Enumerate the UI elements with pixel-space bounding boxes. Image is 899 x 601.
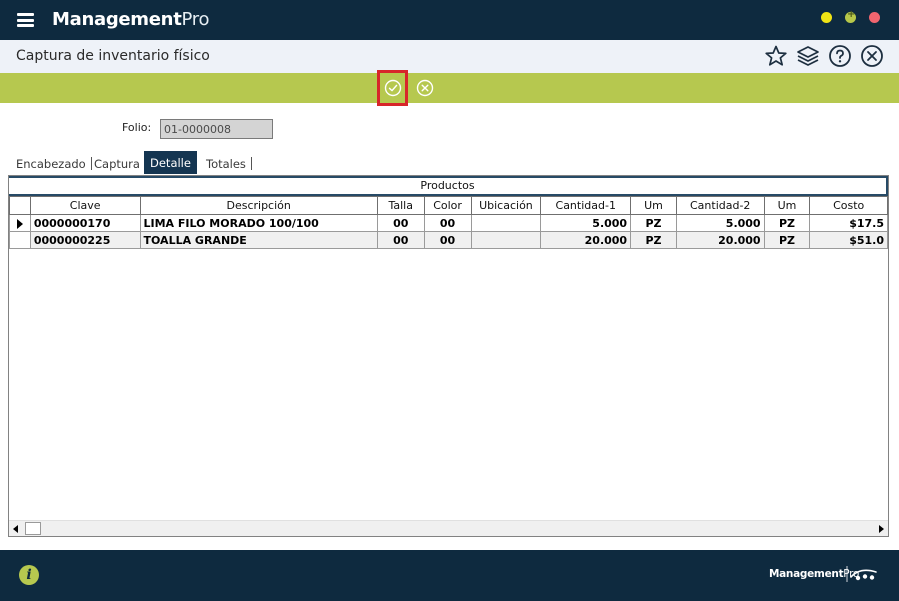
cell-um-1[interactable]: PZ bbox=[630, 231, 677, 249]
grid-group-header: Productos bbox=[9, 176, 888, 196]
cell-talla[interactable]: 00 bbox=[376, 231, 425, 249]
tab-captura[interactable]: Captura bbox=[88, 152, 146, 174]
column-header-cantidad-2[interactable]: Cantidad-2 bbox=[675, 196, 765, 215]
page-title: Captura de inventario físico bbox=[16, 48, 210, 64]
star-icon[interactable] bbox=[764, 44, 788, 68]
title-bar: ManagementPro bbox=[0, 0, 899, 40]
table-row[interactable]: 0000000170 LIMA FILO MORADO 100/100 00 0… bbox=[9, 214, 888, 232]
column-header-ubicacion[interactable]: Ubicación bbox=[470, 196, 542, 215]
cell-um-2[interactable]: PZ bbox=[763, 214, 811, 232]
row-selector-header bbox=[9, 196, 31, 215]
check-circle-icon[interactable] bbox=[384, 79, 402, 97]
cell-talla[interactable]: 00 bbox=[376, 214, 425, 232]
cell-um-2[interactable]: PZ bbox=[763, 231, 811, 249]
maximize-button[interactable] bbox=[845, 9, 856, 23]
brand-bold: Management bbox=[52, 9, 182, 30]
products-grid: Productos Clave Descripción Talla Color … bbox=[8, 175, 889, 537]
close-circle-icon[interactable] bbox=[860, 44, 884, 68]
app-brand: ManagementPro bbox=[52, 9, 209, 30]
column-header-talla[interactable]: Talla bbox=[376, 196, 425, 215]
cancel-circle-icon[interactable] bbox=[416, 79, 434, 97]
column-header-um-1[interactable]: Um bbox=[630, 196, 677, 215]
table-header-row: Clave Descripción Talla Color Ubicación … bbox=[9, 196, 888, 215]
cell-ubicacion[interactable] bbox=[470, 214, 542, 232]
folio-label: Folio: bbox=[122, 121, 152, 134]
scroll-left-arrow-icon[interactable] bbox=[9, 522, 23, 536]
app-window: ManagementPro Captura de inventario físi… bbox=[0, 0, 899, 601]
column-header-costo[interactable]: Costo bbox=[809, 196, 888, 215]
column-header-um-2[interactable]: Um bbox=[763, 196, 811, 215]
table-row[interactable]: 0000000225 TOALLA GRANDE 00 00 20.000 PZ… bbox=[9, 231, 888, 249]
hamburger-menu-icon[interactable] bbox=[17, 13, 34, 27]
cell-clave[interactable]: 0000000170 bbox=[29, 214, 141, 232]
cell-descripcion[interactable]: LIMA FILO MORADO 100/100 bbox=[139, 214, 378, 232]
info-icon[interactable]: i bbox=[19, 565, 39, 585]
cell-clave[interactable]: 0000000225 bbox=[29, 231, 141, 249]
minimize-button[interactable] bbox=[821, 12, 832, 23]
tab-detalle[interactable]: Detalle bbox=[144, 151, 197, 174]
cell-color[interactable]: 00 bbox=[423, 231, 472, 249]
cell-costo[interactable]: $17.5 bbox=[809, 214, 888, 232]
products-table: Clave Descripción Talla Color Ubicación … bbox=[9, 196, 888, 249]
cell-cantidad-2[interactable]: 5.000 bbox=[675, 214, 765, 232]
cell-cantidad-1[interactable]: 5.000 bbox=[540, 214, 632, 232]
close-window-button[interactable] bbox=[869, 12, 880, 23]
column-header-descripcion[interactable]: Descripción bbox=[139, 196, 378, 215]
action-bar bbox=[0, 73, 899, 103]
column-header-cantidad-1[interactable]: Cantidad-1 bbox=[540, 196, 632, 215]
cell-cantidad-1[interactable]: 20.000 bbox=[540, 231, 632, 249]
footer-brand-bold: Management bbox=[769, 568, 844, 580]
tab-encabezado[interactable]: Encabezado bbox=[10, 152, 92, 174]
folio-field[interactable] bbox=[160, 119, 273, 139]
cell-descripcion[interactable]: TOALLA GRANDE bbox=[139, 231, 378, 249]
row-selector[interactable] bbox=[9, 231, 31, 249]
page-header: Captura de inventario físico bbox=[0, 40, 899, 73]
cell-ubicacion[interactable] bbox=[470, 231, 542, 249]
footer-bar: i ManagementPro bbox=[0, 550, 899, 601]
cell-costo[interactable]: $51.0 bbox=[809, 231, 888, 249]
cell-cantidad-2[interactable]: 20.000 bbox=[675, 231, 765, 249]
scroll-thumb[interactable] bbox=[25, 522, 41, 535]
row-pointer-icon bbox=[9, 214, 31, 232]
brand-logo-icon bbox=[846, 566, 877, 582]
column-header-clave[interactable]: Clave bbox=[29, 196, 141, 215]
help-icon[interactable] bbox=[828, 44, 852, 68]
cell-color[interactable]: 00 bbox=[423, 214, 472, 232]
cell-um-1[interactable]: PZ bbox=[630, 214, 677, 232]
horizontal-scrollbar[interactable] bbox=[9, 520, 888, 536]
scroll-right-arrow-icon[interactable] bbox=[874, 522, 888, 536]
column-header-color[interactable]: Color bbox=[423, 196, 472, 215]
layers-icon[interactable] bbox=[796, 44, 820, 68]
brand-light: Pro bbox=[181, 9, 210, 30]
tab-totales[interactable]: Totales bbox=[200, 152, 252, 174]
